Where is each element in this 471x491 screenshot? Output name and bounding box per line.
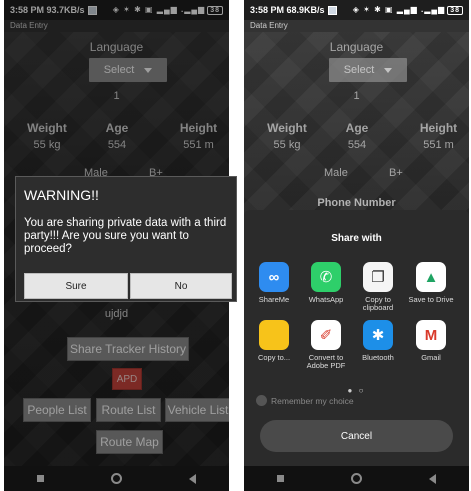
back-icon[interactable] [188,473,196,484]
share-app-label: WhatsApp [308,295,344,304]
status-time: 3:58 PM [250,4,285,15]
share-app-label: Bluetooth [362,353,394,362]
share-app-label: Copy to... [257,353,291,362]
share-app-clipboard[interactable]: ❐ Copy to clipboard [352,262,404,312]
height-value: 551 m [423,139,454,151]
share-app-adobe-pdf[interactable]: ✐ Convert to Adobe PDF [300,320,352,370]
share-app-drive[interactable]: ▲ Save to Drive [405,262,457,304]
navigation-bar [244,466,469,491]
blood-group-value: B+ [389,167,403,179]
shareme-icon: ∞ [259,262,289,292]
age-value: 554 [347,139,367,151]
share-app-copy-to[interactable]: Copy to... [248,320,300,362]
gmail-icon: M [416,320,446,350]
share-app-gmail[interactable]: M Gmail [405,320,457,362]
chevron-down-icon [384,67,393,73]
share-app-bluetooth[interactable]: ✱ Bluetooth [352,320,404,362]
recent-apps-icon[interactable] [37,475,45,482]
share-app-label: ShareMe [258,295,290,304]
dialog-title: WARNING!! [24,187,99,203]
weight-value: 55 kg [273,139,301,151]
app-title: Data Entry [244,20,469,32]
page-indicator: ● ○ [347,386,366,395]
age-label: Age [345,121,369,135]
share-title: Share with [331,233,382,244]
adobe-pdf-icon: ✐ [311,320,341,350]
language-label: Language [329,40,384,54]
language-select[interactable]: Select [329,58,407,82]
checkbox-icon [256,395,267,406]
home-icon[interactable] [110,473,122,484]
signal-icons: ◈ ✶ ✱ ▣ ▂▄▆ .▂▄▆ [352,5,446,14]
sure-button[interactable]: Sure [24,273,128,299]
status-bar: 3:58 PM 68.9KB/s ◈ ✶ ✱ ▣ ▂▄▆ .▂▄▆ 38 [244,0,469,20]
share-app-label: Copy to clipboard [362,295,394,312]
height-label: Height [419,121,458,135]
dialog-message: You are sharing private data with a thir… [24,217,227,255]
battery-icon: 38 [447,6,463,15]
remember-choice-label: Remember my choice [271,395,354,406]
share-app-whatsapp[interactable]: ✆ WhatsApp [300,262,352,304]
clipboard-icon: ❐ [363,262,393,292]
gender-value: Male [324,167,348,179]
home-icon[interactable] [350,473,362,484]
weight-label: Weight [267,121,307,135]
share-app-label: Save to Drive [408,295,454,304]
whatsapp-icon: ✆ [311,262,341,292]
right-phone-screen: 3:58 PM 68.9KB/s ◈ ✶ ✱ ▣ ▂▄▆ .▂▄▆ 38 Data… [244,0,469,491]
share-sheet: Share with ∞ ShareMe ✆ WhatsApp ❐ Copy to cli… [244,210,469,466]
phone-number-label: Phone Number [317,197,396,209]
warning-dialog: WARNING!! You are sharing private data w… [15,176,237,302]
navigation-bar [4,466,229,491]
no-button[interactable]: No [130,273,232,299]
language-select-value: Select [343,64,375,76]
share-app-shareme[interactable]: ∞ ShareMe [248,262,300,304]
count-value: 1 [353,90,360,102]
status-speed: 68.9KB/s [286,4,325,15]
remember-choice-checkbox[interactable]: Remember my choice [256,395,354,406]
drive-icon: ▲ [416,262,446,292]
share-app-label: Gmail [421,353,441,362]
recent-apps-icon[interactable] [277,475,285,482]
bluetooth-icon: ✱ [363,320,393,350]
share-app-label: Convert to Adobe PDF [306,353,346,370]
copy-to-icon [259,320,289,350]
cancel-button[interactable]: Cancel [260,420,453,452]
back-icon[interactable] [428,473,436,484]
notification-image-icon [327,6,337,16]
